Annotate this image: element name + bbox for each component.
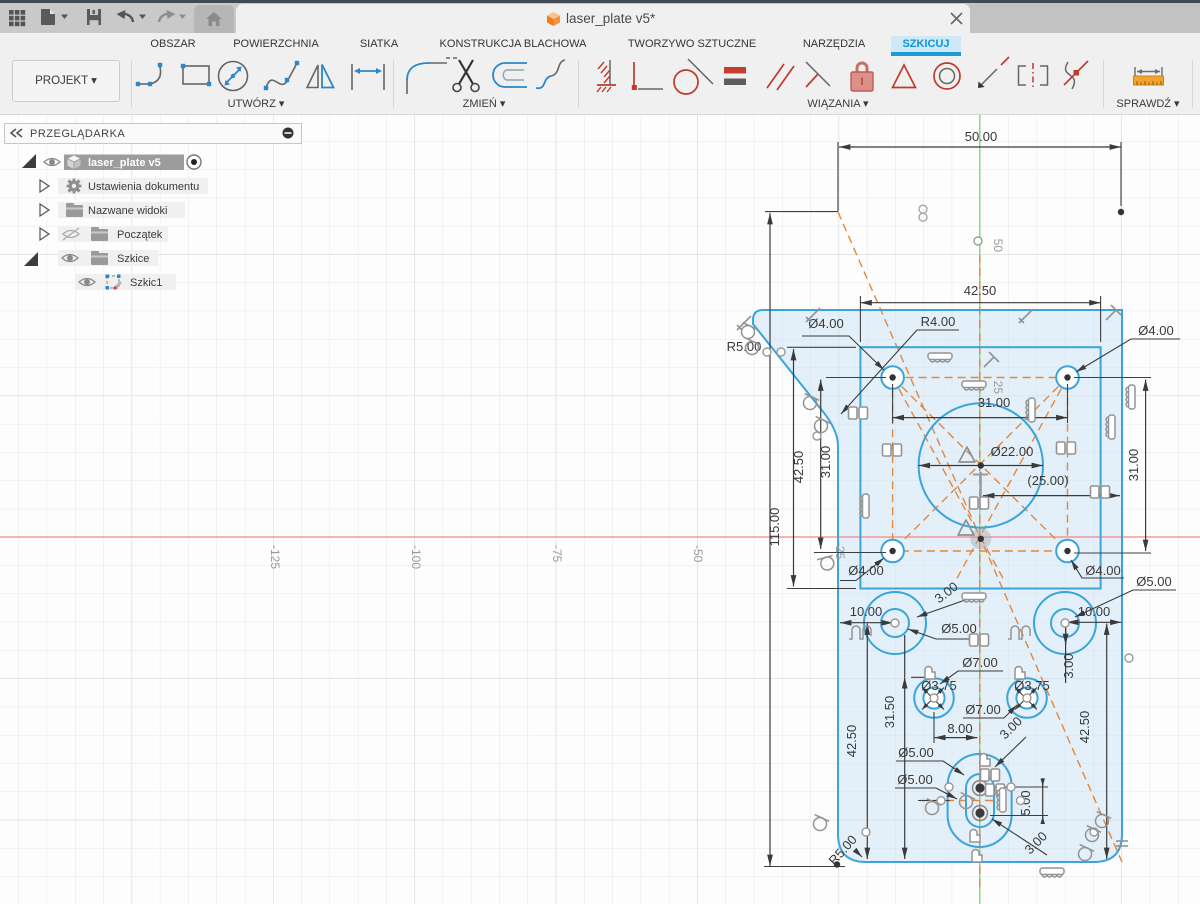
svg-text:-125: -125: [268, 545, 282, 569]
svg-text:R4.00: R4.00: [921, 314, 956, 329]
svg-text:laser_plate v5*: laser_plate v5*: [566, 11, 656, 26]
svg-text:31.00: 31.00: [818, 446, 833, 479]
svg-text:50: 50: [991, 239, 1005, 253]
svg-text:25: 25: [991, 381, 1005, 395]
svg-text:Ø7.00: Ø7.00: [962, 655, 997, 670]
svg-text:Ø4.00: Ø4.00: [848, 563, 883, 578]
svg-text:Ø3.75: Ø3.75: [921, 678, 956, 693]
svg-text:10.00: 10.00: [1078, 604, 1111, 619]
svg-text:(25.00): (25.00): [1027, 473, 1068, 488]
svg-text:Ustawienia dokumentu: Ustawienia dokumentu: [88, 181, 199, 193]
svg-text:42.50: 42.50: [1077, 711, 1092, 744]
svg-text:Początek: Początek: [117, 229, 163, 241]
svg-text:3.00: 3.00: [1061, 653, 1076, 678]
svg-text:Ø5.00: Ø5.00: [897, 772, 932, 787]
svg-text:-25: -25: [833, 542, 847, 560]
svg-text:Ø4.00: Ø4.00: [1138, 323, 1173, 338]
svg-text:Ø5.00: Ø5.00: [898, 745, 933, 760]
svg-text:42.50: 42.50: [964, 283, 997, 298]
svg-text:8.00: 8.00: [947, 721, 972, 736]
svg-text:Nazwane widoki: Nazwane widoki: [88, 205, 167, 217]
svg-text:PRZEGLĄDARKA: PRZEGLĄDARKA: [30, 128, 125, 140]
svg-text:Szkic1: Szkic1: [130, 277, 162, 289]
svg-text:-50: -50: [691, 545, 705, 563]
svg-text:Ø5.00: Ø5.00: [1136, 574, 1171, 589]
svg-text:31.00: 31.00: [978, 395, 1011, 410]
svg-text:Ø22.00: Ø22.00: [991, 444, 1034, 459]
svg-text:Ø3.75: Ø3.75: [1014, 678, 1049, 693]
svg-text:-100: -100: [409, 545, 423, 569]
svg-text:31.50: 31.50: [882, 696, 897, 729]
svg-text:31.00: 31.00: [1126, 449, 1141, 482]
svg-text:laser_plate v5: laser_plate v5: [88, 157, 161, 169]
svg-text:-75: -75: [550, 545, 564, 563]
svg-text:Ø7.00: Ø7.00: [965, 702, 1000, 717]
svg-text:Szkice: Szkice: [117, 253, 149, 265]
svg-text:115.00: 115.00: [767, 508, 782, 547]
svg-text:Ø4.00: Ø4.00: [1085, 563, 1120, 578]
svg-text:42.50: 42.50: [844, 725, 859, 758]
svg-text:R5.00: R5.00: [727, 339, 762, 354]
svg-text:Ø4.00: Ø4.00: [808, 316, 843, 331]
svg-text:42.50: 42.50: [791, 451, 806, 484]
svg-text:50.00: 50.00: [965, 129, 998, 144]
svg-text:10.00: 10.00: [850, 604, 883, 619]
